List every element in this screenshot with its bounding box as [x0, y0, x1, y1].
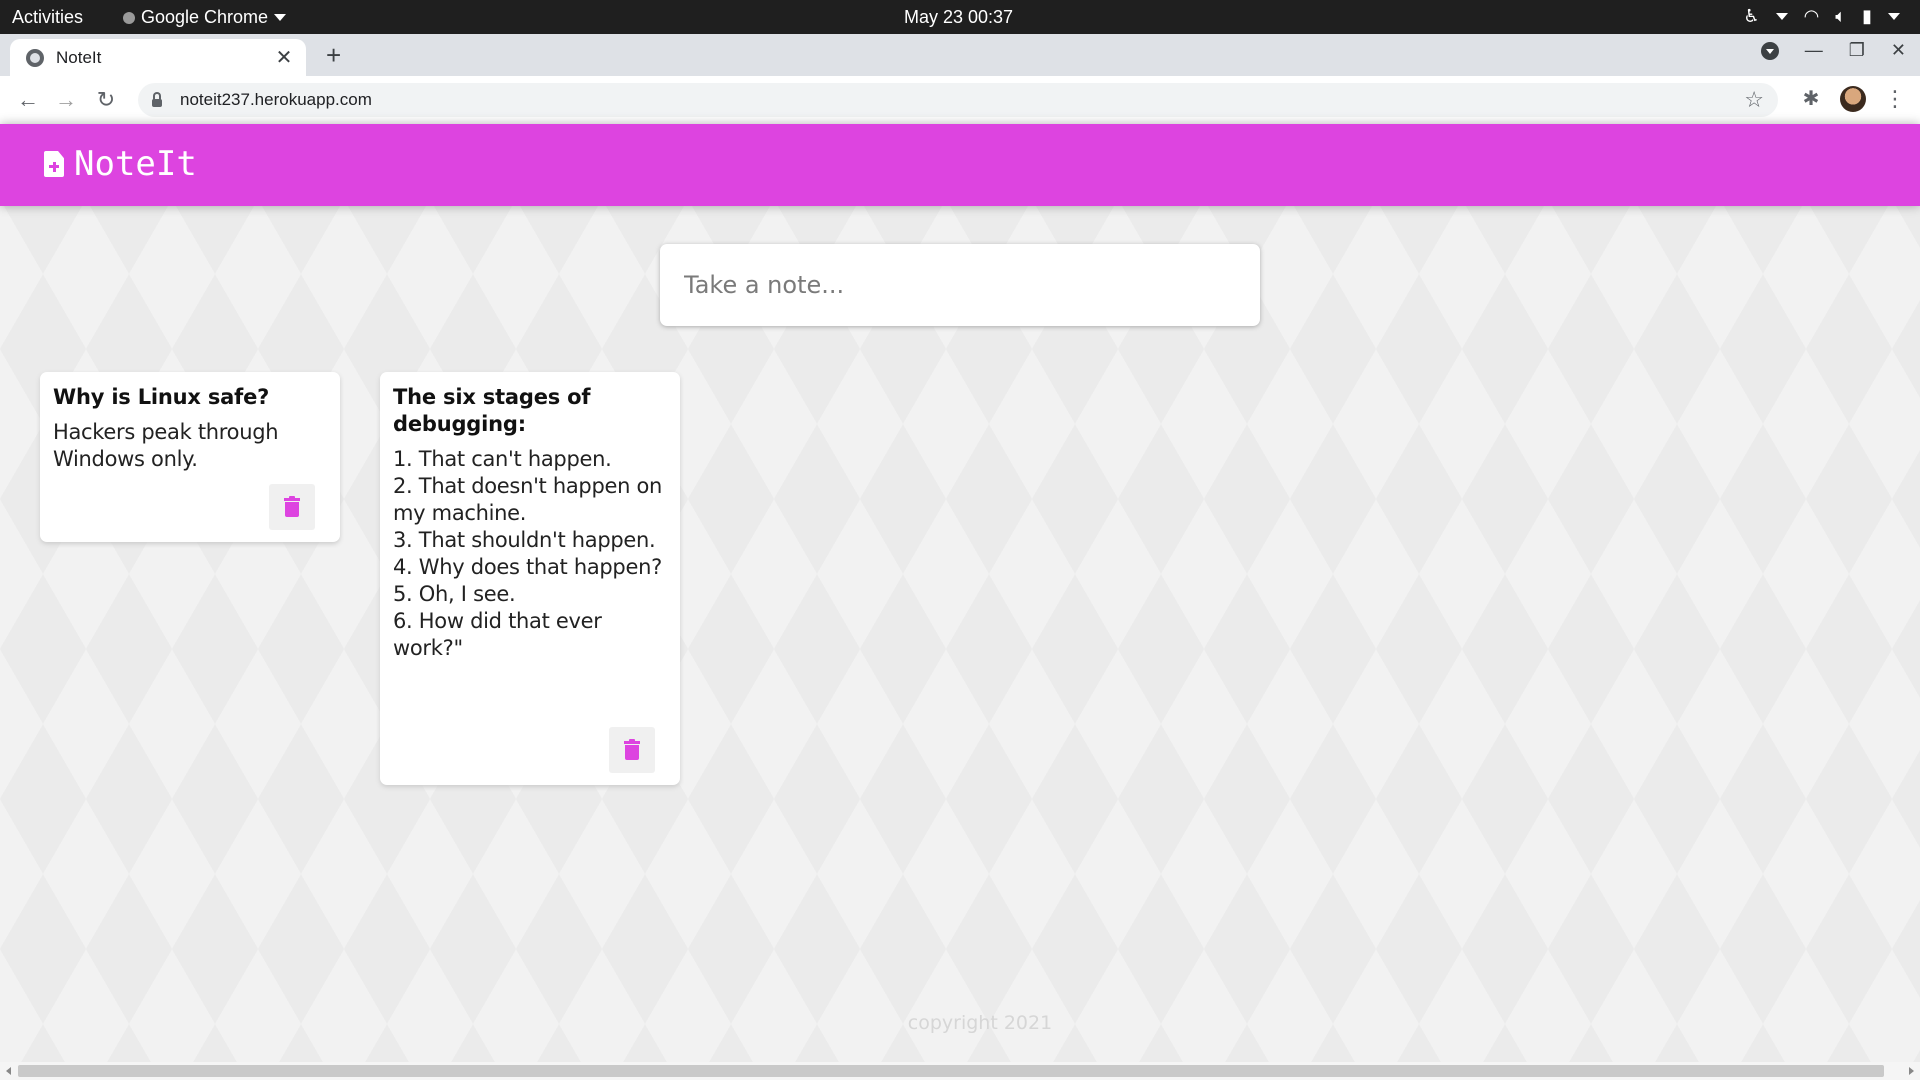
copyright-text: copyright 2021 — [907, 1012, 1053, 1034]
app-header: NoteIt — [0, 124, 1920, 206]
delete-button[interactable] — [609, 727, 655, 773]
tab-strip: NoteIt ✕ + — ❐ ✕ — [0, 34, 1920, 76]
trash-icon — [624, 739, 640, 761]
window-controls: — ❐ ✕ — [1760, 40, 1906, 61]
trash-icon — [284, 496, 300, 518]
footer: copyright 2021 — [0, 1012, 1920, 1034]
scroll-right-icon[interactable] — [1909, 1067, 1914, 1075]
address-bar[interactable]: noteit237.herokuapp.com ☆ — [138, 83, 1778, 117]
battery-icon: ▮ — [1862, 6, 1872, 26]
system-tray[interactable]: ♿︎ ◠ 🔈︎ ▮ — [1743, 6, 1900, 27]
scroll-left-icon[interactable] — [6, 1067, 11, 1075]
activities-button[interactable]: Activities — [12, 7, 83, 28]
browser-toolbar: ← → ↻ noteit237.herokuapp.com ☆ ✱ ⋮ — [0, 76, 1920, 125]
url-text[interactable]: noteit237.herokuapp.com — [180, 90, 372, 110]
chevron-down-icon — [274, 14, 287, 21]
lock-icon[interactable] — [152, 92, 162, 107]
accessibility-icon[interactable]: ♿︎ — [1743, 6, 1759, 27]
close-window-icon[interactable]: ✕ — [1891, 40, 1906, 61]
note-add-icon — [44, 151, 64, 177]
horizontal-scrollbar[interactable] — [0, 1062, 1920, 1080]
note-card: The six stages of debugging: 1. That can… — [380, 372, 680, 785]
os-top-bar: Activities Google Chrome May 23 00:37 ♿︎… — [0, 0, 1920, 34]
globe-icon — [26, 48, 44, 67]
app-menu[interactable]: Google Chrome — [123, 7, 287, 28]
tab-title: NoteIt — [56, 47, 102, 67]
delete-button[interactable] — [269, 484, 315, 530]
close-icon[interactable]: ✕ — [274, 48, 294, 68]
note-content: Hackers peak through Windows only. — [53, 420, 285, 471]
extensions-icon[interactable]: ✱ — [1800, 88, 1822, 110]
chrome-icon — [123, 11, 135, 24]
note-content: 1. That can't happen. 2. That doesn't ha… — [393, 447, 663, 660]
chevron-down-icon[interactable] — [1888, 13, 1900, 20]
minimize-icon[interactable]: — — [1805, 40, 1823, 61]
note-card: Why is Linux safe? Hackers peak through … — [40, 372, 340, 542]
restore-icon[interactable]: ❐ — [1849, 40, 1865, 61]
new-tab-button[interactable]: + — [326, 42, 341, 68]
note-title: The six stages of debugging: — [393, 385, 591, 436]
clock[interactable]: May 23 00:37 — [904, 7, 1013, 28]
more-menu-icon[interactable]: ⋮ — [1884, 88, 1906, 110]
chevron-down-icon[interactable] — [1775, 13, 1788, 20]
brand: NoteIt — [44, 144, 197, 184]
page: NoteIt Why is Linux safe? Hackers peak t… — [0, 124, 1920, 1070]
back-icon[interactable]: ← — [14, 86, 42, 114]
wifi-icon: ◠ — [1803, 6, 1820, 26]
forward-icon[interactable]: → — [52, 86, 80, 114]
note-title: Why is Linux safe? — [53, 385, 270, 409]
reload-icon[interactable]: ↻ — [92, 86, 120, 114]
app-menu-label: Google Chrome — [141, 7, 269, 27]
tab-noteit[interactable]: NoteIt ✕ — [10, 39, 306, 76]
app-title: NoteIt — [74, 144, 197, 184]
scrollbar-thumb[interactable] — [18, 1065, 1884, 1077]
bookmark-star-icon[interactable]: ☆ — [1744, 87, 1764, 113]
volume-icon: 🔈︎ — [1835, 6, 1847, 26]
avatar[interactable] — [1840, 86, 1866, 112]
tab-search-icon[interactable] — [1760, 41, 1779, 60]
note-input[interactable] — [660, 244, 1260, 326]
